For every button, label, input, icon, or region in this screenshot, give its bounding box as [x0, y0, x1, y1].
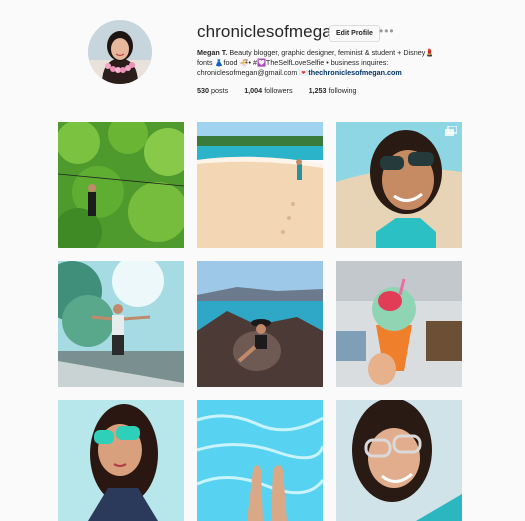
- followers-count: 1,004: [244, 86, 263, 95]
- posts-stat: 530 posts: [197, 86, 228, 95]
- bio-link-emoji: 💌: [299, 68, 309, 77]
- more-options-icon[interactable]: •••: [379, 24, 395, 38]
- post-thumbnail[interactable]: [197, 261, 323, 387]
- bio-email: chroniclesofmegan@gmail.com: [197, 68, 298, 77]
- multiple-photos-icon: [445, 126, 457, 136]
- profile-header: chroniclesofmegan Edit Profile ••• Megan…: [0, 0, 525, 110]
- following-count: 1,253: [308, 86, 327, 95]
- profile-stats: 530 posts 1,004 followers 1,253 followin…: [197, 86, 371, 95]
- post-thumbnail[interactable]: [336, 122, 462, 248]
- post-thumbnail[interactable]: [197, 122, 323, 248]
- bio-name: Megan T.: [197, 48, 228, 57]
- post-thumbnail[interactable]: [58, 122, 184, 248]
- post-thumbnail[interactable]: [336, 400, 462, 521]
- following-stat[interactable]: 1,253 following: [309, 86, 357, 95]
- profile-username: chroniclesofmegan: [197, 22, 342, 41]
- post-thumbnail[interactable]: [197, 400, 323, 521]
- profile-bio: Megan T. Beauty blogger, graphic designe…: [197, 48, 477, 78]
- bio-line-2: fonts 👗food 🍜• #💟TheSelfLoveSelfie • bus…: [197, 58, 389, 67]
- followers-stat[interactable]: 1,004 followers: [244, 86, 292, 95]
- post-thumbnail[interactable]: [58, 400, 184, 521]
- post-thumbnail[interactable]: [58, 261, 184, 387]
- post-thumbnail[interactable]: [336, 261, 462, 387]
- followers-label: followers: [264, 86, 293, 95]
- bio-website-link[interactable]: thechroniclesofmegan.com: [308, 68, 401, 77]
- posts-count: 530: [197, 86, 209, 95]
- avatar[interactable]: [88, 20, 152, 84]
- following-label: following: [328, 86, 357, 95]
- bio-line-1: Beauty blogger, graphic designer, femini…: [227, 48, 435, 57]
- edit-profile-button[interactable]: Edit Profile: [329, 25, 380, 42]
- posts-label: posts: [211, 86, 229, 95]
